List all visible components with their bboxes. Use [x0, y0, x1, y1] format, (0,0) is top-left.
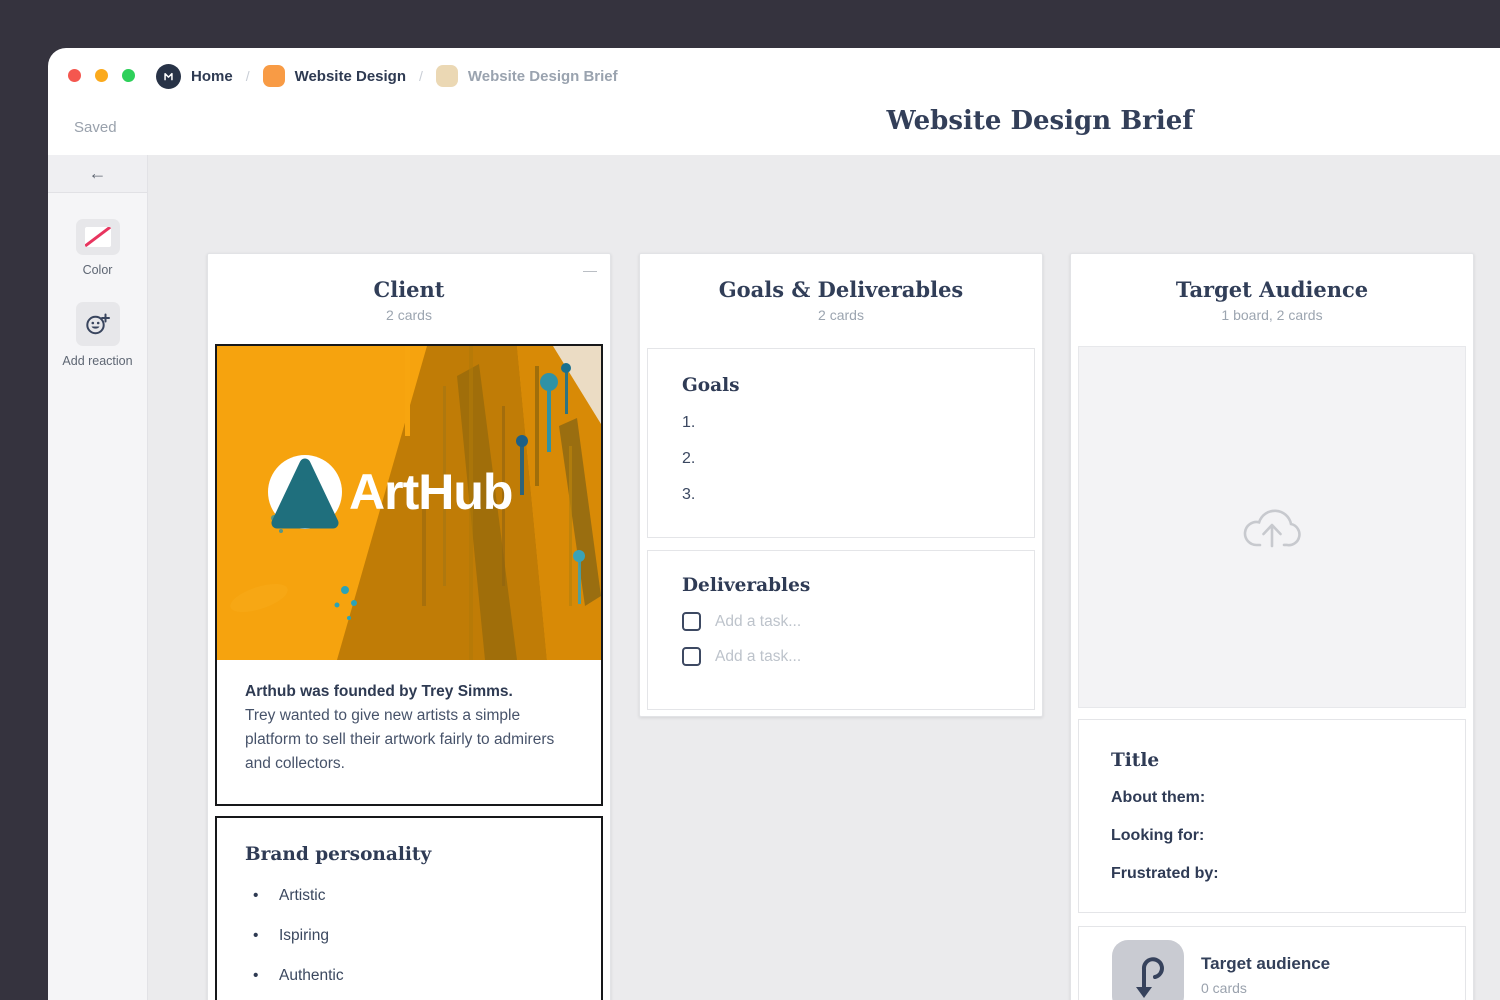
color-swatch-icon [76, 219, 120, 255]
column-goals-deliverables[interactable]: Goals & Deliverables 2 cards Goals 1. 2.… [639, 253, 1043, 717]
page-title[interactable]: Website Design Brief [887, 106, 1194, 136]
deliverables-card[interactable]: Deliverables Add a task... Add a task... [647, 550, 1035, 710]
board-canvas[interactable]: — Client 2 cards [148, 155, 1500, 1000]
breadcrumb-home[interactable]: Home [156, 64, 233, 89]
arthub-logo: ArtHub [268, 455, 512, 529]
column-target-subtitle: 1 board, 2 cards [1071, 307, 1473, 323]
brand-personality-card[interactable]: Brand personality • Artistic • Ispiring … [215, 816, 603, 1000]
persona-heading: Title [1111, 750, 1433, 771]
task-row[interactable]: Add a task... [682, 647, 1000, 666]
deliverables-heading: Deliverables [682, 575, 1000, 596]
task-row[interactable]: Add a task... [682, 612, 1000, 631]
persona-card[interactable]: Title About them: Looking for: Frustrate… [1078, 719, 1466, 913]
column-goals-subtitle: 2 cards [640, 307, 1042, 323]
cloud-upload-icon [1239, 501, 1305, 553]
list-item: • Ispiring [245, 927, 573, 945]
column-goals-title: Goals & Deliverables [640, 277, 1042, 302]
task-checkbox[interactable] [682, 612, 701, 631]
arthub-artwork-image: ArtHub [217, 346, 601, 660]
breadcrumb-website-design-brief-label: Website Design Brief [468, 68, 618, 85]
arthub-image-card[interactable]: ArtHub Arthub was founded by Trey Simms.… [215, 344, 603, 806]
board-item-name: Target audience [1201, 954, 1330, 974]
column-target-title: Target Audience [1071, 277, 1473, 302]
breadcrumb-home-label: Home [191, 68, 233, 85]
breadcrumb-website-design-brief[interactable]: Website Design Brief [436, 65, 618, 87]
goals-heading: Goals [682, 375, 1000, 396]
collapse-column-button[interactable]: — [583, 262, 597, 278]
board-icon [1112, 940, 1184, 1000]
bullet-label: Artistic [279, 887, 326, 905]
bullet-icon: • [245, 927, 279, 945]
breadcrumb-separator: / [419, 68, 423, 84]
minimize-window-button[interactable] [95, 69, 108, 82]
bullet-icon: • [245, 967, 279, 985]
save-status: Saved [74, 119, 117, 136]
target-audience-board-item[interactable]: Target audience 0 cards [1078, 926, 1466, 1000]
bullet-icon: • [245, 887, 279, 905]
orange-board-icon [263, 65, 285, 87]
client-note-body: Trey wanted to give new artists a simple… [245, 704, 573, 776]
list-item: • Authentic [245, 967, 573, 985]
breadcrumb-website-design-label: Website Design [295, 68, 406, 85]
milanote-logo-icon [156, 64, 181, 89]
column-client-subtitle: 2 cards [208, 307, 610, 323]
column-client[interactable]: — Client 2 cards [207, 253, 611, 1000]
add-reaction-tool[interactable]: Add reaction [48, 302, 147, 368]
back-arrow-icon: ← [89, 163, 107, 184]
breadcrumb-separator: / [246, 68, 250, 84]
add-reaction-label: Add reaction [62, 354, 132, 368]
breadcrumb-website-design[interactable]: Website Design [263, 65, 406, 87]
task-placeholder[interactable]: Add a task... [715, 613, 801, 631]
persona-field-looking[interactable]: Looking for: [1111, 825, 1433, 847]
column-target-audience[interactable]: Target Audience 1 board, 2 cards Title A… [1070, 253, 1474, 1000]
reaction-smiley-icon [76, 302, 120, 346]
task-placeholder[interactable]: Add a task... [715, 648, 801, 666]
list-item: • Artistic [245, 887, 573, 905]
color-tool[interactable]: Color [48, 219, 147, 277]
bullet-label: Authentic [279, 967, 344, 985]
toolbar-sidebar: ← Color Add reaction [48, 155, 148, 1000]
column-client-title: Client [208, 277, 610, 302]
breadcrumb: Home / Website Design / Website Design B… [156, 62, 618, 90]
bullet-label: Ispiring [279, 927, 329, 945]
close-window-button[interactable] [68, 69, 81, 82]
board-item-count: 0 cards [1201, 980, 1247, 996]
back-button[interactable]: ← [48, 155, 147, 193]
color-tool-label: Color [83, 263, 113, 277]
traffic-lights [68, 69, 135, 82]
image-upload-dropzone[interactable] [1078, 346, 1466, 708]
goal-item-2[interactable]: 2. [682, 450, 1000, 468]
arthub-logo-text: ArtHub [349, 464, 512, 520]
goals-card[interactable]: Goals 1. 2. 3. [647, 348, 1035, 538]
goal-item-3[interactable]: 3. [682, 486, 1000, 504]
persona-field-frustrated[interactable]: Frustrated by: [1111, 863, 1433, 885]
persona-field-about[interactable]: About them: [1111, 787, 1433, 809]
goal-item-1[interactable]: 1. [682, 414, 1000, 432]
client-note-bold: Arthub was founded by Trey Simms. [245, 680, 573, 704]
task-checkbox[interactable] [682, 647, 701, 666]
app-window: Home / Website Design / Website Design B… [48, 48, 1500, 1000]
beige-board-icon [436, 65, 458, 87]
zoom-window-button[interactable] [122, 69, 135, 82]
brand-personality-heading: Brand personality [245, 844, 573, 865]
